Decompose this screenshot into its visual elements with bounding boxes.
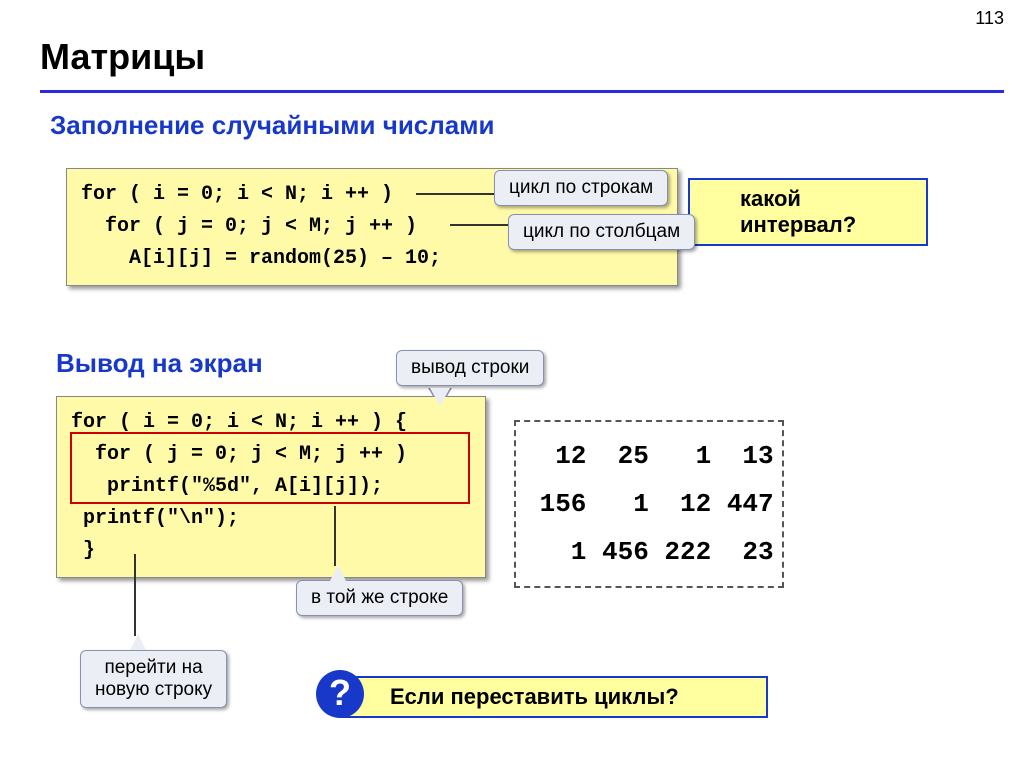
question-swap-loops-text: Если переставить циклы? [390,684,679,709]
callout-tail-icon [330,565,346,581]
callout-output-row: вывод строки [396,350,544,386]
callout-newline: перейти на новую строку [80,650,227,708]
callout-cols: цикл по столбцам [508,214,695,250]
question-mark-icon: ? [316,670,364,718]
callout-tail-icon [130,634,146,650]
callout-tail-icon [430,388,450,406]
question-swap-loops: Если переставить циклы? [338,676,768,718]
connector-line [450,224,510,226]
connector-line [416,193,496,195]
callout-same-line: в той же строке [296,580,463,616]
slide-title: Матрицы [40,36,205,78]
connector-line [134,554,136,636]
title-underline [40,90,1004,93]
subtitle-output: Вывод на экран [56,348,263,379]
subtitle-fill-random: Заполнение случайными числами [50,110,494,141]
question-interval: какой интервал? [688,178,928,246]
question-interval-text: какой интервал? [740,186,856,237]
highlight-inner-loop [70,432,470,504]
matrix-output: 12 25 1 13 156 1 12 447 1 456 222 23 [514,420,784,588]
callout-rows: цикл по строкам [494,170,668,206]
connector-line [334,506,336,566]
page-number: 113 [975,8,1004,29]
